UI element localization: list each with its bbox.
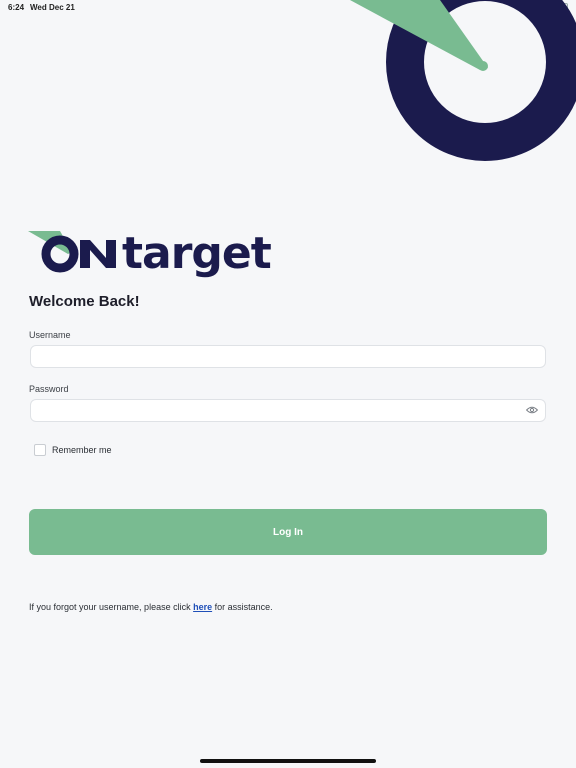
status-time: 6:24: [8, 3, 25, 12]
eye-icon[interactable]: [525, 404, 539, 416]
forgot-prefix: If you forgot your username, please clic…: [29, 602, 191, 612]
password-input[interactable]: [30, 399, 546, 422]
remember-me-row[interactable]: Remember me: [34, 444, 112, 456]
ontarget-logo: target: [28, 226, 358, 279]
forgot-here-link[interactable]: here: [193, 602, 212, 612]
remember-me-checkbox[interactable]: [34, 444, 46, 456]
forgot-suffix: for assistance.: [214, 602, 273, 612]
target-graphic-icon: [330, 0, 576, 170]
username-input[interactable]: [30, 345, 546, 368]
home-indicator: [200, 759, 376, 763]
remember-me-label[interactable]: Remember me: [52, 445, 112, 455]
password-label: Password: [29, 384, 69, 394]
status-date: Wed Dec 21: [30, 3, 75, 12]
login-button[interactable]: Log In: [29, 509, 547, 555]
forgot-username-text: If you forgot your username, please clic…: [29, 602, 273, 612]
welcome-heading: Welcome Back!: [29, 293, 140, 310]
username-label: Username: [29, 330, 71, 340]
svg-text:target: target: [122, 228, 272, 278]
